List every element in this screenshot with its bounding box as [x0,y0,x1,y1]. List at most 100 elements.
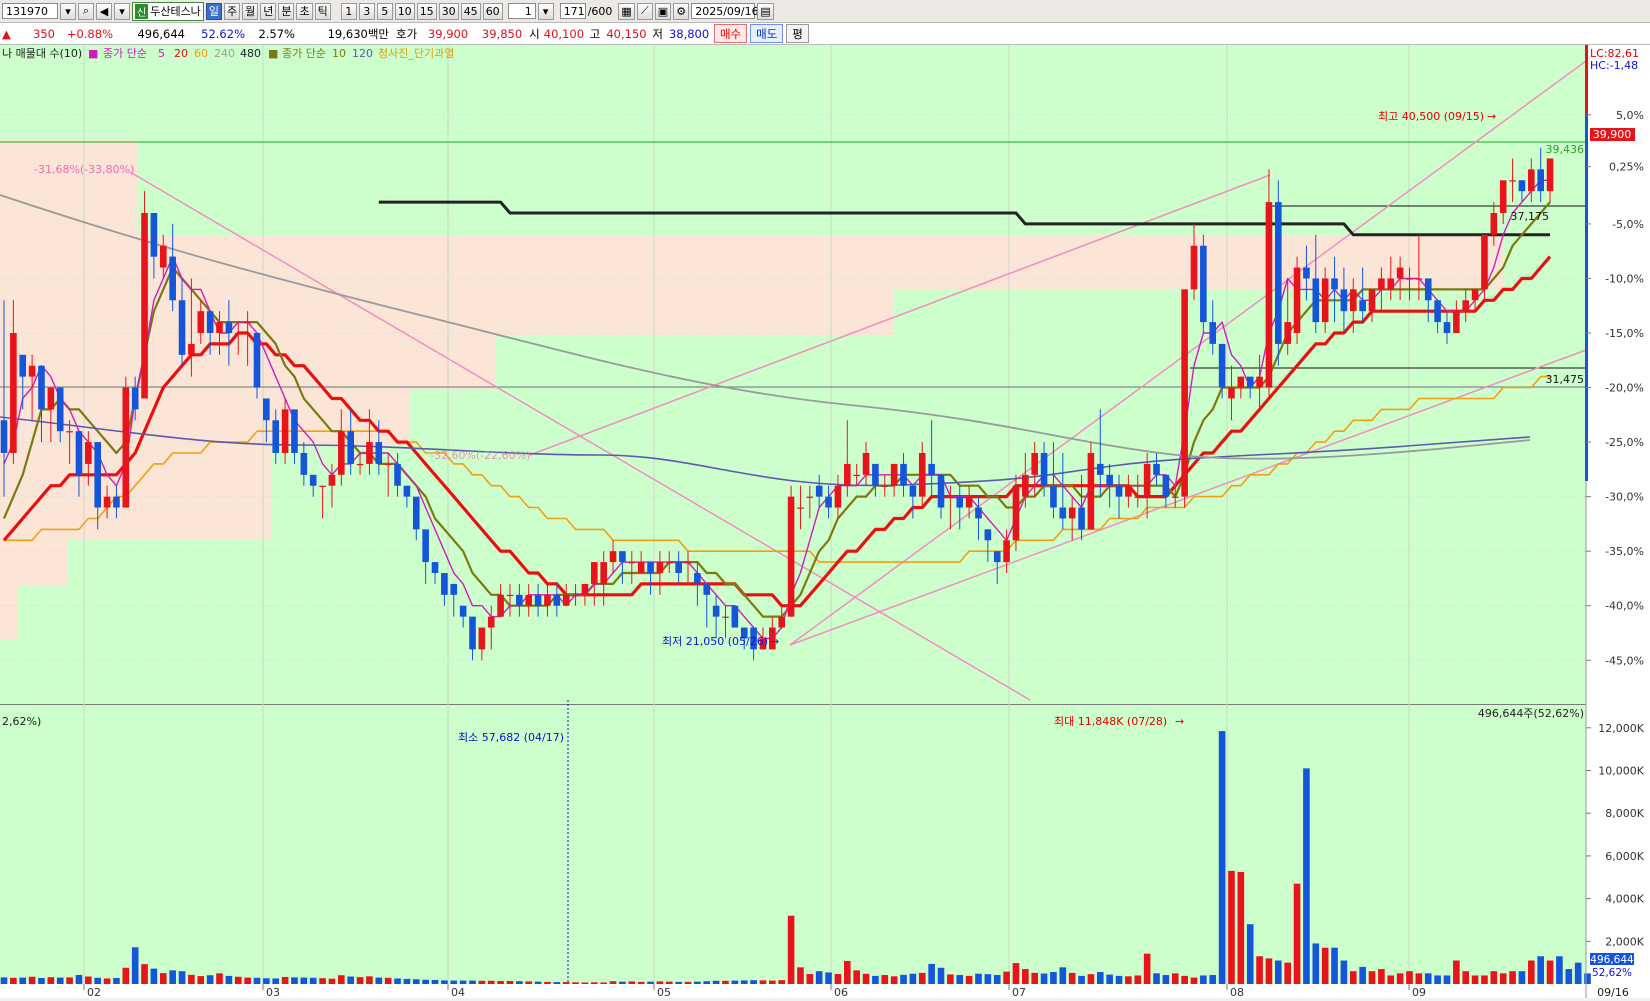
legend-ma240: 240 [214,47,235,60]
volume-tick-label: 2,000K [1605,935,1644,948]
code-dropdown-button[interactable]: ▾ [60,2,76,20]
candle-body [338,431,345,475]
candle-body [384,463,392,466]
volume-bar [1471,975,1479,984]
volume-bar [1321,947,1329,984]
candle-body [937,474,945,508]
volume-bar [965,975,973,984]
candle-body [1528,169,1535,192]
interval-input[interactable]: 1 [507,3,536,19]
trendline-icon[interactable]: ⟋ [636,2,653,20]
period-year-button[interactable]: 년 [260,2,277,20]
period-minute-button[interactable]: 분 [278,2,295,20]
interval-5-button[interactable]: 5 [376,2,393,20]
candle-body [66,431,73,433]
mid-percent-label: -32,60%(-22,60%) [430,449,530,462]
eval-button[interactable]: 평 [786,24,809,43]
candle-body [778,616,786,628]
candle-body [1012,485,1020,541]
interval-45-button[interactable]: 45 [460,2,481,20]
stock-name[interactable]: 신 두산테스나 [132,1,204,21]
volume-bar [890,976,898,984]
volume-bar [244,977,251,984]
period-month-button[interactable]: 월 [242,2,259,20]
low-arrow-icon: → [770,635,779,648]
low-percent-label: -31,68%(-33,80%) [34,163,134,176]
candle-body [806,496,814,498]
open-price: 40,100 [543,26,585,41]
interval-1-button[interactable]: 1 [340,2,357,20]
candle-body [47,387,55,410]
month-label: 02 [87,986,101,998]
candle-body [1293,267,1301,333]
volume-bar [806,973,814,984]
volume-bar [1068,972,1076,984]
interval-15-button[interactable]: 15 [416,2,437,20]
volume-bar [553,982,561,984]
volume-bar [1499,973,1507,984]
volume-bar [769,980,776,984]
up-arrow-icon: ▲ [2,26,11,41]
interval-10-button[interactable]: 10 [394,2,415,20]
interval-60-button[interactable]: 60 [482,2,503,20]
volume-bar [1209,975,1217,984]
candle-body [281,409,289,453]
volume-bar [431,979,439,984]
period-tick-button[interactable]: 틱 [314,2,331,20]
buy-button[interactable]: 매수 [713,24,748,43]
candle-body [28,365,36,377]
sell-button[interactable]: 매도 [750,24,784,43]
volume-ratio: 52.62% [201,26,245,41]
volume-bar [740,980,748,984]
volume-bar [497,981,504,984]
search-icon[interactable]: ⌕ [78,2,94,20]
candlestick-chart[interactable]: 나 매물대 수(10) ■ 종가 단순 5 20 60 240 480 ■ 종가… [0,45,1650,999]
candle-body [244,322,251,324]
candle-body [1218,343,1226,388]
volume-bar [141,964,148,984]
volume-bar [1424,973,1432,984]
candle-body [1481,234,1488,290]
volume-bar [525,981,533,984]
volume-bar [872,975,879,984]
toolbar: 131970 ▾ ⌕ ◀ ▾ 신 두산테스나 일 주 월 년 분 초 틱 1 3… [0,0,1650,23]
candle-body [825,496,832,508]
volume-bar [1125,976,1132,984]
period-day-button[interactable]: 일 [205,2,222,20]
interval-30-button[interactable]: 30 [438,2,459,20]
code-input[interactable]: 131970 [2,3,58,19]
speaker-icon[interactable]: ◀ [96,2,112,20]
period-week-button[interactable]: 주 [223,2,241,20]
volume-bar [309,977,317,984]
volume-bar [487,980,495,984]
volume-bar [319,978,326,984]
candle-body [1171,496,1179,498]
volume-bar [778,980,786,984]
candle-body [225,322,233,333]
candle-body [534,594,542,606]
save-icon[interactable]: ▣ [654,2,672,20]
volume-bar [834,973,842,984]
candle-body [1406,278,1413,280]
interval-3-button[interactable]: 3 [358,2,375,20]
bar-count-input[interactable]: 171 [559,3,586,19]
legend-ma-label: 종가 단순 [103,47,147,60]
ask-price: 39,900 [427,26,469,41]
grid-icon[interactable]: ▦ [618,2,635,20]
candle-body [862,453,870,475]
volume-bar [0,977,8,984]
period-second-button[interactable]: 초 [296,2,313,20]
candle-body [412,496,420,530]
candle-body [1106,474,1113,486]
chart-area[interactable]: 나 매물대 수(10) ■ 종가 단순 5 20 60 240 480 ■ 종가… [0,45,1650,999]
vol-current-label: 496,644주(52,62%) [1478,707,1584,720]
candle-body [56,387,64,432]
candle-body [1453,311,1460,333]
calendar-icon[interactable]: ▤ [757,2,774,20]
date-input[interactable]: 2025/09/16 [691,3,759,19]
interval-dropdown-button[interactable]: ▾ [537,2,554,20]
candle-body [544,594,551,606]
gear-icon[interactable]: ⚙ [673,2,690,20]
menu-dropdown-button[interactable]: ▾ [114,2,130,20]
volume-bar [1528,960,1535,984]
